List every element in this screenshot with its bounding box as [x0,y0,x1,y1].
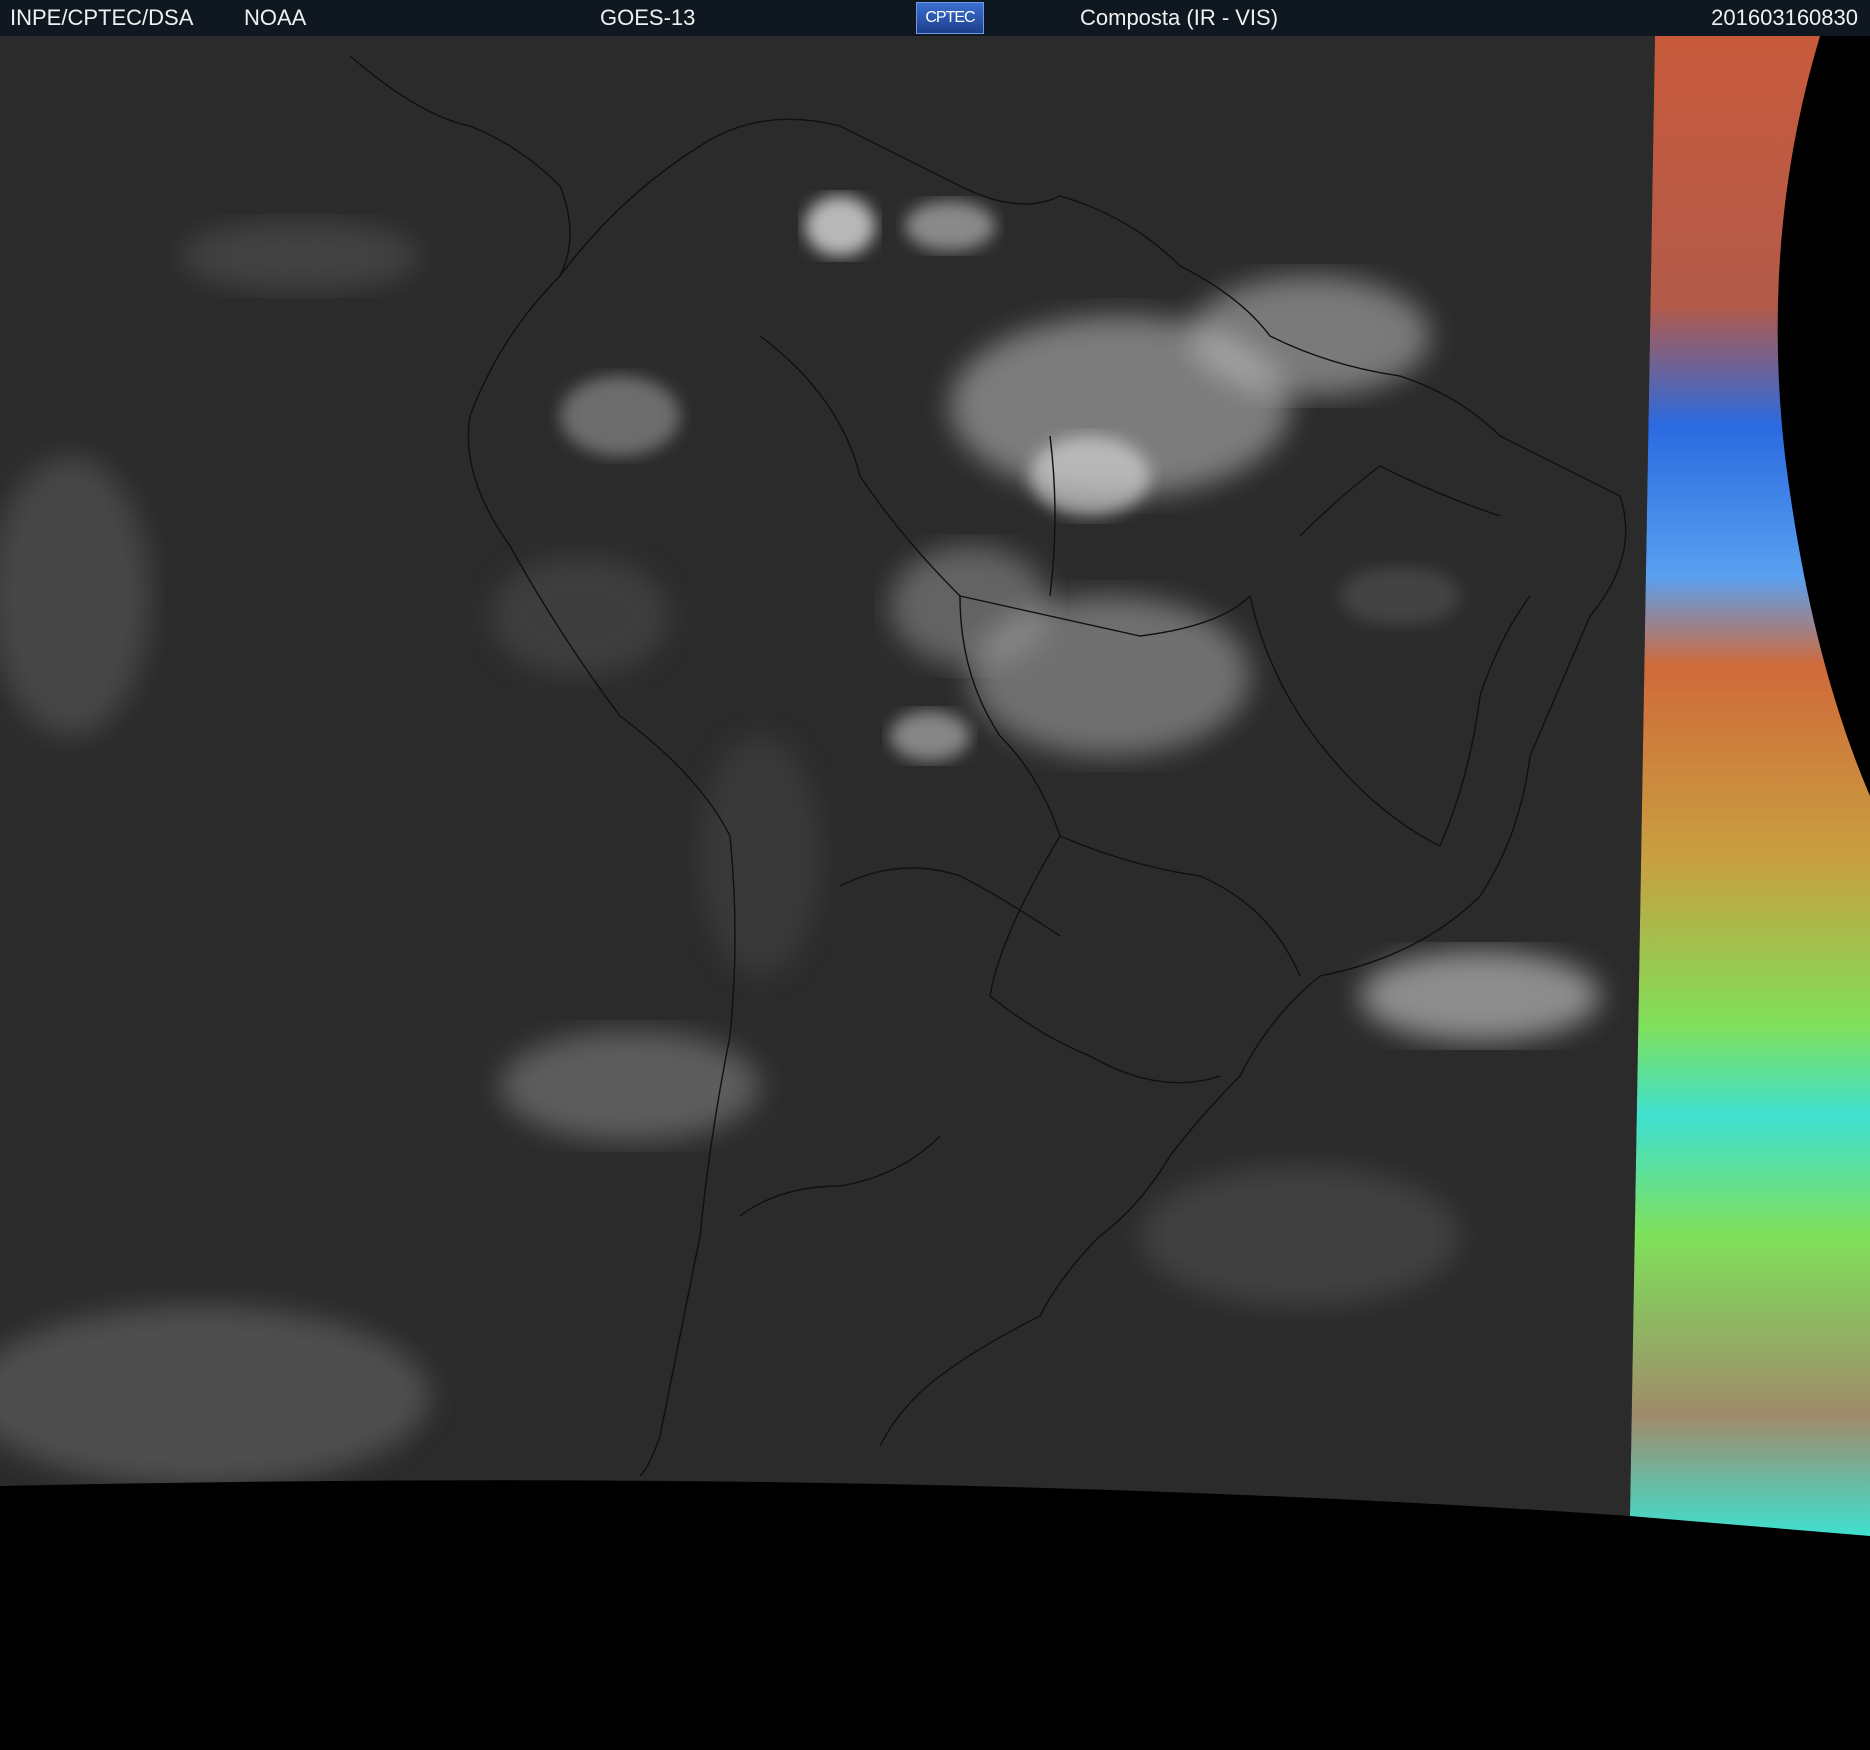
satellite-image [0,36,1870,1750]
agency-label: NOAA [244,5,307,30]
header-bar: INPE/CPTEC/DSA NOAA GOES-13 CPTEC Compos… [0,0,1870,36]
satellite-imagery [0,36,1870,1750]
timestamp-label: 201603160830 [1711,5,1858,30]
organization-label: INPE/CPTEC/DSA [10,5,194,30]
product-label: Composta (IR - VIS) [1080,5,1279,30]
cptec-logo-icon: CPTEC [916,2,984,34]
satellite-label: GOES-13 [600,5,696,30]
logo-text: CPTEC [925,9,975,26]
